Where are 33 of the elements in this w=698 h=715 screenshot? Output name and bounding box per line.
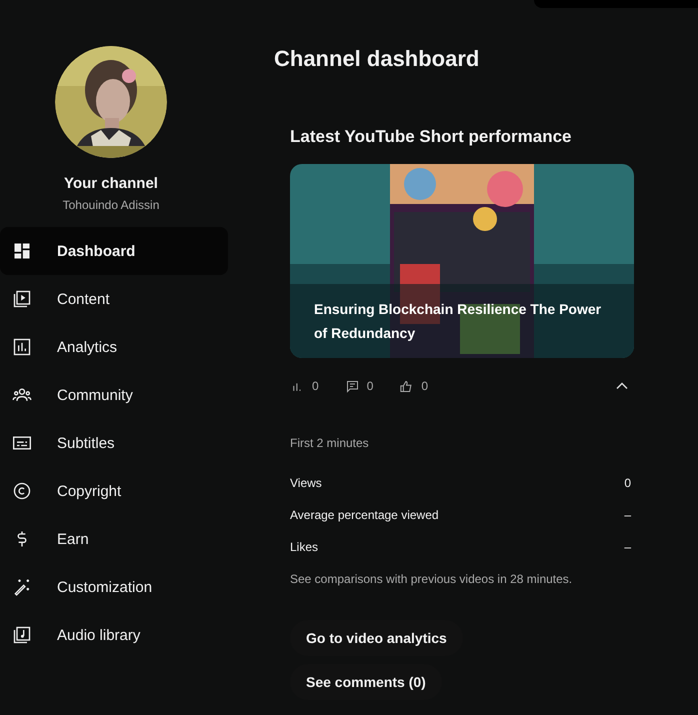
period-label: First 2 minutes xyxy=(290,436,370,450)
nav-item[interactable]: Subtitles xyxy=(0,419,228,467)
nav-item[interactable]: Copyright xyxy=(0,467,228,515)
page-title: Channel dashboard xyxy=(274,46,480,72)
card-title: Latest YouTube Short performance xyxy=(290,127,572,147)
nav-item[interactable]: Customization xyxy=(0,563,228,611)
comparison-note: See comparisons with previous videos in 28 minutes. xyxy=(290,572,574,586)
stat-count: 0 xyxy=(421,379,428,393)
nav-item[interactable]: Earn xyxy=(0,515,228,563)
video-list-icon xyxy=(12,289,32,309)
channel-title: Your channel xyxy=(64,175,158,192)
nav-item[interactable]: Audio library xyxy=(0,611,228,659)
metric-value: 0 xyxy=(624,476,631,492)
comment-icon xyxy=(344,378,360,394)
nav-item[interactable]: Dashboard xyxy=(0,227,228,275)
thumbs-up-icon xyxy=(399,378,414,394)
stat-count: 0 xyxy=(312,379,319,393)
metric-label: Views xyxy=(290,476,322,492)
channel-name: Tohouindo Adissin xyxy=(62,198,160,212)
music-library-icon xyxy=(12,625,32,645)
metric-label: Average percentage viewed xyxy=(290,508,439,524)
video-title: Ensuring Blockchain Resilience The Power of Redundancy xyxy=(314,300,602,343)
nav-item[interactable]: Community xyxy=(0,371,228,419)
metric-label: Likes xyxy=(290,540,318,556)
stat-count: 0 xyxy=(366,379,374,393)
bar-chart-icon xyxy=(12,337,32,357)
dashboard-icon xyxy=(12,241,32,261)
metric-value: – xyxy=(624,508,631,524)
copyright-icon xyxy=(12,481,32,501)
nav-item[interactable]: Content xyxy=(0,275,228,323)
metric-value: – xyxy=(624,540,631,556)
magic-wand-icon xyxy=(12,577,32,597)
nav-item[interactable]: Analytics xyxy=(0,323,228,371)
